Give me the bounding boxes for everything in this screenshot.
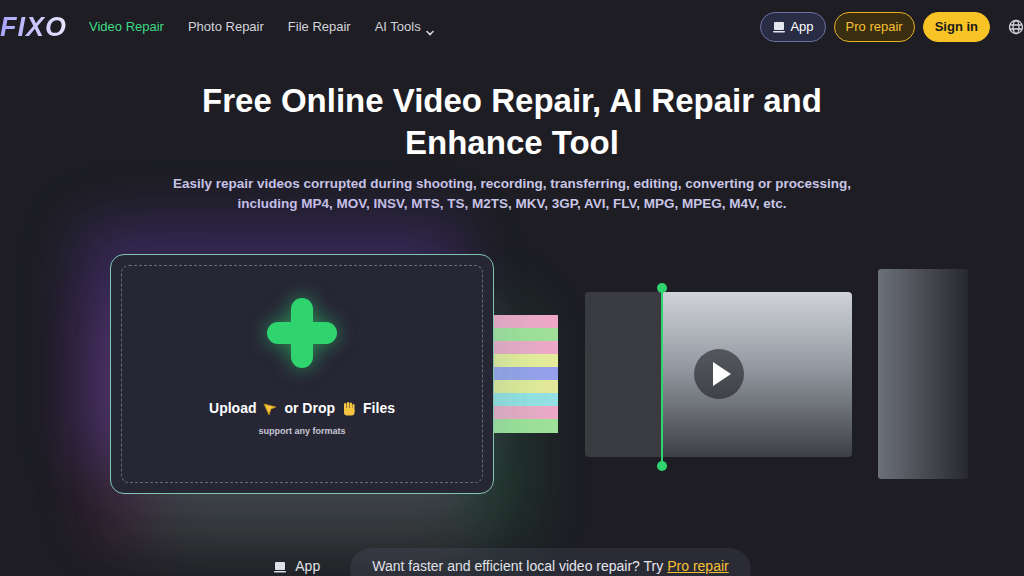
upload-word: Upload bbox=[209, 398, 256, 419]
drop-word: or Drop bbox=[284, 398, 335, 419]
pro-repair-link[interactable]: Pro repair bbox=[667, 558, 728, 574]
compare-slider[interactable] bbox=[661, 288, 663, 466]
app-link[interactable]: App bbox=[273, 556, 320, 576]
app-icon bbox=[772, 20, 786, 34]
bottom-bar: App Want faster and efficient local video… bbox=[0, 548, 1024, 576]
nav-link[interactable]: AI Tools bbox=[363, 13, 447, 41]
nav-link-label: Video Repair bbox=[89, 19, 164, 34]
nav-left: FIXO Video Repair Photo Repair File Repair A… bbox=[0, 7, 447, 48]
button-label: App bbox=[790, 18, 813, 36]
app-icon bbox=[273, 560, 287, 574]
promo-text: Want faster and efficient local video re… bbox=[372, 558, 663, 574]
button-label: Pro repair bbox=[846, 18, 903, 36]
nav-link[interactable]: Photo Repair bbox=[176, 13, 276, 41]
nav-right: App Pro repair Sign in bbox=[760, 12, 1024, 42]
hand-icon bbox=[341, 401, 357, 417]
app-button[interactable]: App bbox=[760, 12, 825, 42]
upload-stage: Upload or Drop Files support any formats bbox=[110, 254, 970, 494]
plus-icon bbox=[265, 296, 339, 370]
signin-button[interactable]: Sign in bbox=[923, 12, 990, 42]
pointing-hand-icon bbox=[262, 401, 278, 417]
nav-link[interactable]: File Repair bbox=[276, 13, 363, 41]
fixo-logo[interactable]: FIXO bbox=[0, 7, 71, 48]
nav-link-label: AI Tools bbox=[375, 19, 421, 34]
chevron-down-icon bbox=[425, 23, 435, 33]
globe-icon[interactable] bbox=[1008, 19, 1024, 35]
nav-link-inner: File Repair bbox=[288, 19, 351, 34]
nav-link-inner: AI Tools bbox=[375, 19, 435, 34]
promo-banner: Want faster and efficient local video re… bbox=[350, 548, 751, 576]
before-frame bbox=[585, 292, 662, 457]
pro-button[interactable]: Pro repair bbox=[834, 12, 915, 42]
after-frame bbox=[662, 292, 852, 457]
hero: Free Online Video Repair, AI Repair and … bbox=[0, 80, 1024, 214]
nav-link[interactable]: Video Repair bbox=[77, 13, 176, 41]
top-navbar: FIXO Video Repair Photo Repair File Repair A… bbox=[0, 0, 1024, 54]
sample-frame bbox=[878, 269, 968, 479]
upload-label: Upload or Drop Files bbox=[209, 398, 395, 419]
button-label: Sign in bbox=[935, 18, 978, 36]
drop-zone[interactable]: Upload or Drop Files support any formats bbox=[121, 265, 483, 483]
files-word: Files bbox=[363, 398, 395, 419]
page-subtitle: Easily repair videos corrupted during sh… bbox=[162, 174, 862, 214]
app-label: App bbox=[295, 556, 320, 576]
nav-link-inner: Video Repair bbox=[89, 19, 164, 34]
upload-hint: support any formats bbox=[258, 425, 345, 469]
compare-preview[interactable] bbox=[585, 292, 852, 457]
upload-card[interactable]: Upload or Drop Files support any formats bbox=[110, 254, 494, 494]
page-title: Free Online Video Repair, AI Repair and … bbox=[132, 80, 892, 164]
nav-link-label: File Repair bbox=[288, 19, 351, 34]
nav-link-inner: Photo Repair bbox=[188, 19, 264, 34]
nav-link-label: Photo Repair bbox=[188, 19, 264, 34]
corrupted-frame bbox=[494, 315, 558, 433]
play-icon[interactable] bbox=[693, 348, 745, 400]
page: {"header": {"logo": "FIXO", "nav": [{"la… bbox=[0, 0, 1024, 576]
